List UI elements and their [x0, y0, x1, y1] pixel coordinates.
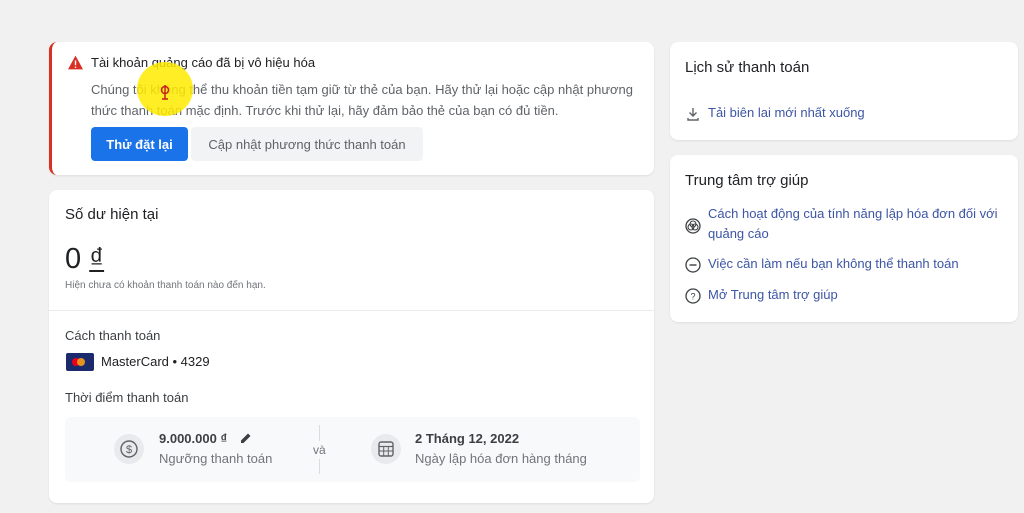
- threshold-value: 9.000.000 ₫: [159, 431, 228, 446]
- help-center-card: Trung tâm trợ giúp Cách hoạt động của tí…: [670, 155, 1018, 322]
- account-disabled-alert: Tài khoản quảng cáo đã bị vô hiệu hóa Ch…: [49, 42, 654, 175]
- card-name: MasterCard • 4329: [101, 354, 210, 369]
- text-cursor-icon: [160, 85, 170, 100]
- payment-timing-box: $ 9.000.000 ₫ Ngưỡng thanh toán và 2 Thá…: [65, 417, 640, 482]
- payment-history-card: Lịch sử thanh toán Tải biên lai mới nhất…: [670, 42, 1018, 140]
- mastercard-logo: [66, 353, 94, 371]
- balance-title: Số dư hiện tại: [65, 206, 159, 223]
- download-receipt-link[interactable]: Tải biên lai mới nhất xuống: [708, 103, 865, 123]
- svg-text:?: ?: [690, 292, 695, 302]
- alert-title: Tài khoản quảng cáo đã bị vô hiệu hóa: [91, 55, 316, 70]
- edit-icon[interactable]: [240, 432, 252, 444]
- history-title: Lịch sử thanh toán: [685, 59, 810, 76]
- circles-icon: [685, 218, 701, 234]
- current-balance-card: Số dư hiện tại 0 ₫ Hiện chưa có khoản th…: [49, 190, 654, 503]
- billing-date-value: 2 Tháng 12, 2022: [415, 431, 520, 446]
- minus-circle-icon: [685, 257, 701, 273]
- help-link-cannot-pay[interactable]: Việc cần làm nếu bạn không thể thanh toá…: [708, 254, 959, 274]
- payment-time-label: Thời điểm thanh toán: [65, 390, 189, 405]
- download-icon: [687, 108, 699, 121]
- help-icon: ?: [685, 288, 701, 304]
- dollar-icon: $: [114, 434, 144, 464]
- balance-amount: 0 ₫: [65, 243, 105, 275]
- svg-text:$: $: [126, 444, 132, 456]
- threshold-caption: Ngưỡng thanh toán: [159, 451, 273, 466]
- payment-method-label: Cách thanh toán: [65, 328, 161, 343]
- divider: [49, 310, 654, 311]
- update-payment-method-button[interactable]: Cập nhật phương thức thanh toán: [191, 127, 423, 161]
- retry-button[interactable]: Thử đặt lại: [91, 127, 188, 161]
- warning-icon: [68, 55, 83, 70]
- billing-date-caption: Ngày lập hóa đơn hàng tháng: [415, 451, 587, 466]
- help-link-billing[interactable]: Cách hoạt động của tính năng lập hóa đơn…: [708, 204, 1008, 244]
- help-title: Trung tâm trợ giúp: [685, 172, 809, 189]
- and-label: và: [313, 441, 326, 459]
- help-link-open-center[interactable]: Mở Trung tâm trợ giúp: [708, 285, 838, 305]
- balance-note: Hiện chưa có khoản thanh toán nào đến hạ…: [65, 280, 266, 291]
- calendar-icon: [371, 434, 401, 464]
